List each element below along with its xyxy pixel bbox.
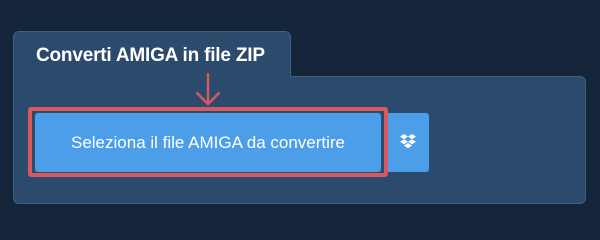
highlight-frame [28, 107, 388, 177]
down-arrow-icon [195, 73, 221, 106]
dropbox-button[interactable] [386, 113, 429, 172]
converter-tab: Converti AMIGA in file ZIP [13, 31, 291, 78]
dropbox-icon [399, 134, 416, 149]
converter-title: Converti AMIGA in file ZIP [36, 45, 265, 66]
converter-page: Converti AMIGA in file ZIP Seleziona il … [0, 0, 600, 230]
